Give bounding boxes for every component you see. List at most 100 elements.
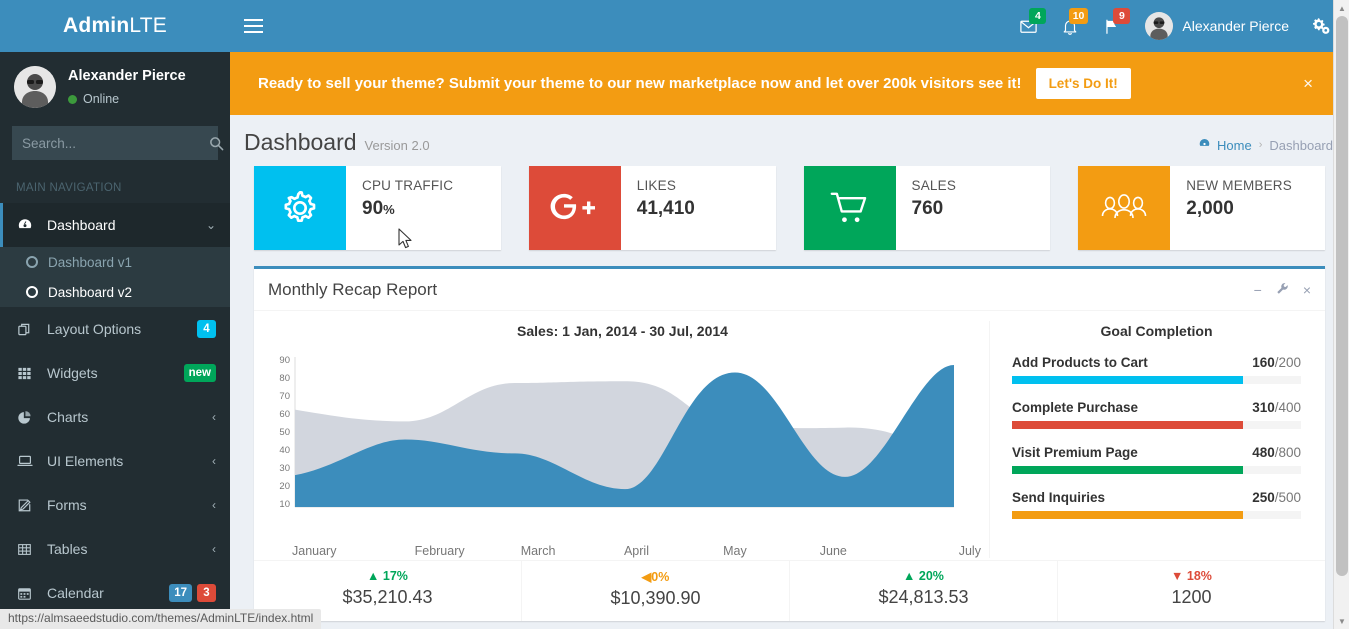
svg-text:90: 90	[279, 355, 290, 366]
goal-progress-track	[1012, 376, 1301, 384]
info-box-value: 41,410	[637, 198, 766, 220]
info-box-new-members[interactable]: NEW MEMBERS 2,000	[1078, 166, 1325, 250]
info-box-value: 760	[912, 198, 1041, 220]
info-box-label: CPU TRAFFIC	[362, 178, 454, 193]
sidebar-item-label: Charts	[47, 409, 89, 426]
sidebar-item-forms[interactable]: Forms ‹	[0, 483, 230, 527]
box-footer: ▲ 17% $35,210.43 ◀0% $10,390.90 ▲ 20% $2…	[254, 560, 1325, 621]
dashboard-icon	[1198, 137, 1211, 153]
close-icon[interactable]: ×	[1303, 283, 1311, 297]
radio-circle-icon	[26, 286, 38, 299]
monthly-recap-box: Monthly Recap Report − × Sales: 1 Jan, 2…	[254, 266, 1325, 621]
stat-change: ▼ 18%	[1058, 569, 1325, 583]
sidebar-user-name: Alexander Pierce	[68, 68, 186, 84]
sidebar-subitem-dashboard-v1[interactable]: Dashboard v1	[0, 247, 230, 277]
goal-completion-column: Goal Completion Add Products to Cart 160…	[989, 321, 1325, 558]
goal-current: 310	[1252, 400, 1275, 415]
x-tick: February	[414, 544, 465, 558]
gears-icon	[1313, 18, 1330, 34]
shopping-cart-icon	[803, 166, 896, 250]
breadcrumb-home[interactable]: Home	[1198, 137, 1252, 153]
sidebar-item-ui-elements[interactable]: UI Elements ‹	[0, 439, 230, 483]
goal-progress-track	[1012, 511, 1301, 519]
box-title: Monthly Recap Report	[268, 279, 438, 299]
sidebar-item-widgets[interactable]: Widgets new	[0, 351, 230, 395]
sidebar-subitem-dashboard-v2[interactable]: Dashboard v2	[0, 277, 230, 307]
box-tools: − ×	[1254, 282, 1311, 297]
page-header: Dashboard Version 2.0 Home › Dashboard	[230, 115, 1349, 166]
stat-value: $10,390.90	[610, 588, 701, 608]
navbar-user-menu[interactable]: Alexander Pierce	[1133, 12, 1301, 40]
minimize-icon[interactable]: −	[1254, 283, 1262, 297]
x-tick: January	[292, 544, 337, 558]
goal-progress-track	[1012, 421, 1301, 429]
stat-change: ◀0%	[522, 569, 789, 584]
info-box-likes[interactable]: LIKES 41,410	[528, 166, 776, 250]
goal-current: 250	[1252, 490, 1275, 505]
goal-item-visit-premium-page: Visit Premium Page 480/800	[1012, 445, 1301, 474]
sidebar-badge: new	[183, 364, 216, 383]
goal-value: 160/200	[1252, 355, 1301, 370]
sidebar-item-label: Forms	[47, 497, 87, 514]
info-box-sales[interactable]: SALES 760	[803, 166, 1051, 250]
chart-x-axis: January February March April May June Ju…	[264, 544, 981, 558]
box-header: Monthly Recap Report − ×	[254, 269, 1325, 311]
sidebar-item-layout-options[interactable]: Layout Options 4	[0, 307, 230, 351]
goal-value: 250/500	[1252, 490, 1301, 505]
sales-area-chart: 90 80 70 60 50 40 30 20 10	[264, 355, 981, 540]
laptop-icon	[17, 453, 39, 469]
search-button[interactable]	[209, 126, 224, 160]
chevron-left-icon: ‹	[212, 410, 216, 425]
sidebar-item-dashboard[interactable]: Dashboard ⌄	[0, 203, 230, 248]
app-logo[interactable]: Admin LTE	[0, 0, 230, 52]
sidebar-subitem-label: Dashboard v2	[48, 284, 133, 300]
info-box-unit: %	[383, 202, 395, 217]
sidebar-badge-secondary: 3	[197, 584, 216, 603]
sidebar-item-tables[interactable]: Tables ‹	[0, 527, 230, 571]
svg-text:20: 20	[279, 481, 290, 492]
navbar-avatar	[1145, 12, 1174, 40]
dashboard-icon	[17, 217, 39, 233]
info-box-cpu-traffic[interactable]: CPU TRAFFIC 90%	[254, 166, 501, 250]
goal-item-send-inquiries: Send Inquiries 250/500	[1012, 490, 1301, 519]
sidebar-toggle-button[interactable]	[230, 0, 276, 52]
stat-percent: 0%	[651, 570, 670, 584]
sidebar-item-label: Widgets	[47, 365, 98, 382]
messages-button[interactable]: 4	[1007, 0, 1049, 52]
sidebar-item-charts[interactable]: Charts ‹	[0, 395, 230, 439]
google-plus-icon	[528, 166, 621, 250]
sidebar-item-label: Dashboard	[47, 217, 116, 234]
scrollbar-thumb[interactable]	[1336, 16, 1348, 576]
breadcrumb-current: Dashboard	[1269, 137, 1333, 153]
info-box-row: CPU TRAFFIC 90% LIKES 41,410 SALES 760 N…	[230, 166, 1349, 250]
info-box-number: 41,410	[636, 198, 695, 219]
stat-percent: 17%	[382, 569, 408, 583]
goal-progress-fill	[1012, 466, 1244, 474]
promo-cta-button[interactable]: Let's Do It!	[1035, 68, 1131, 99]
grid-icon	[17, 366, 39, 381]
notifications-button[interactable]: 10	[1049, 0, 1091, 52]
sidebar-item-label: UI Elements	[47, 453, 124, 470]
logo-bold: Admin	[63, 14, 130, 37]
tasks-badge: 9	[1113, 8, 1131, 24]
nav-section-header: MAIN NAVIGATION	[0, 172, 230, 204]
trend-up-icon: ▲	[367, 569, 380, 583]
chevron-left-icon: ‹	[212, 542, 216, 557]
navbar-user-name: Alexander Pierce	[1182, 18, 1289, 34]
promo-close-button[interactable]: ×	[1303, 74, 1313, 94]
status-bar-url: https://almsaeedstudio.com/themes/AdminL…	[0, 609, 322, 629]
svg-text:60: 60	[279, 409, 290, 420]
sidebar-search[interactable]	[12, 126, 224, 161]
footer-stat: ▼ 18% 1200	[1058, 561, 1325, 621]
page-scrollbar[interactable]: ▲ ▼	[1333, 0, 1349, 629]
tasks-button[interactable]: 9	[1091, 0, 1133, 52]
messages-badge: 4	[1029, 8, 1047, 24]
wrench-icon[interactable]	[1276, 282, 1289, 297]
info-box-label: NEW MEMBERS	[1186, 178, 1292, 193]
stat-percent: 20%	[918, 569, 944, 583]
scroll-up-icon[interactable]: ▲	[1334, 0, 1349, 16]
goal-progress-fill	[1012, 421, 1244, 429]
scroll-down-icon[interactable]: ▼	[1334, 613, 1349, 629]
search-input[interactable]	[12, 135, 209, 151]
gear-icon	[254, 166, 346, 250]
